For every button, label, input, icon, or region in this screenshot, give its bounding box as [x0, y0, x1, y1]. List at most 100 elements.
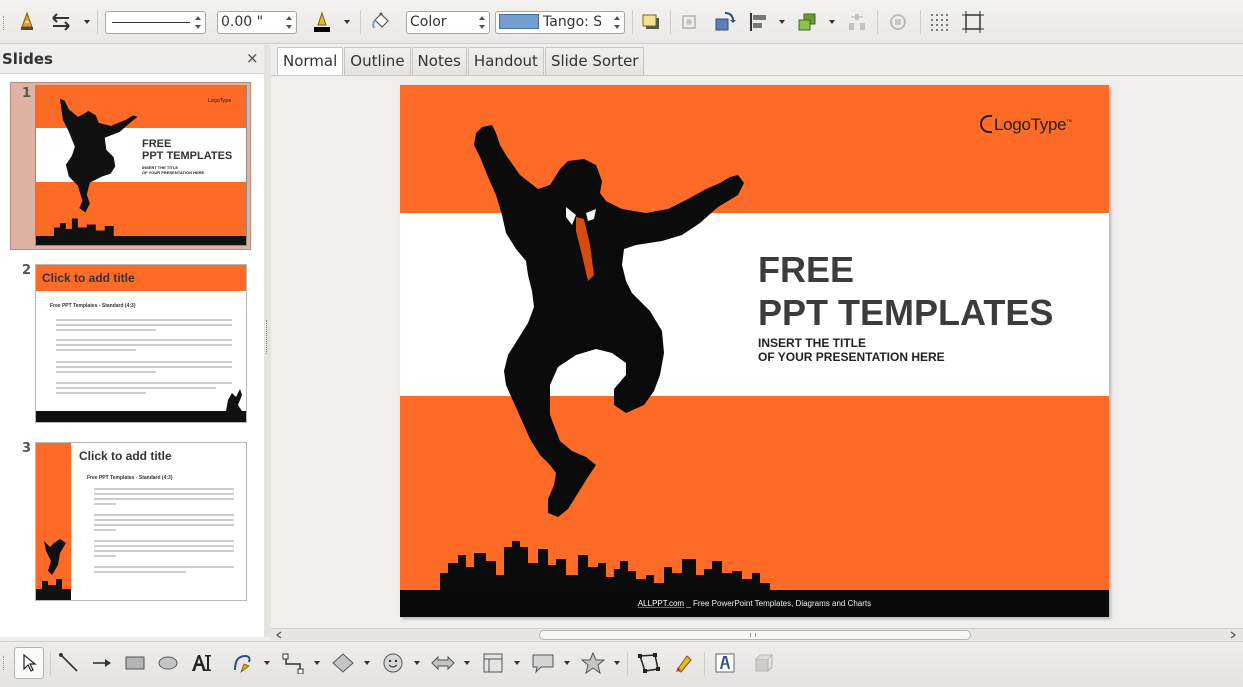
thumb-1-title-line2: PPT TEMPLATES [142, 150, 233, 162]
slide-thumbnail-1[interactable]: LogoType FREE PPT TEMPLATES INSERT THE T… [35, 85, 247, 246]
flowchart-dropdown-icon[interactable] [514, 661, 520, 665]
glue-points-icon [676, 655, 692, 673]
line-button[interactable] [56, 649, 82, 677]
area-style-spin-icon[interactable] [478, 14, 487, 31]
thumb-2-text-lines [36, 319, 246, 422]
text-button[interactable] [188, 649, 216, 677]
tab-outline[interactable]: Outline [344, 47, 411, 75]
area-style-combo[interactable]: Color [406, 11, 490, 34]
horizontal-scrollbar[interactable] [271, 628, 1243, 640]
slide-subtitle[interactable]: INSERT THE TITLE OF YOUR PRESENTATION HE… [758, 336, 945, 364]
arrange-button[interactable] [793, 9, 821, 35]
tab-notes[interactable]: Notes [411, 47, 467, 75]
fontwork-button[interactable] [711, 649, 739, 677]
scroll-right-icon[interactable] [1229, 631, 1237, 639]
extrusion-button[interactable] [750, 649, 778, 677]
arrange-dropdown-icon[interactable] [829, 20, 835, 24]
logo-swirl-icon [980, 115, 992, 133]
arrow-line-button[interactable] [89, 649, 115, 677]
flowchart-button[interactable] [478, 649, 508, 677]
jumping-man-silhouette [400, 125, 1109, 617]
slide-thumbnail-list[interactable]: 1 LogoType FREE PPT TEMPLATES INSERT THE… [0, 73, 264, 637]
block-arrows-dropdown-icon[interactable] [464, 661, 470, 665]
rectangle-button[interactable] [122, 649, 148, 677]
ellipse-icon [158, 656, 178, 670]
tab-normal[interactable]: Normal [277, 47, 344, 76]
align-button[interactable] [744, 9, 772, 35]
fontwork-icon [715, 653, 735, 673]
area-fill-value: Tango: Sky [543, 14, 601, 30]
align-dropdown-icon[interactable] [779, 20, 785, 24]
block-arrows-button[interactable] [428, 649, 458, 677]
toolbar-grip[interactable] [3, 656, 6, 670]
arrow-style-icon [52, 13, 70, 31]
thumb-3-text-lines [94, 488, 234, 573]
scroll-grip [750, 633, 756, 637]
slide-footer-link[interactable]: ALLPPT.com [638, 599, 684, 608]
callouts-dropdown-icon[interactable] [564, 661, 570, 665]
area-button[interactable] [367, 9, 395, 35]
slides-pane-close-icon[interactable]: × [246, 49, 259, 67]
shadow-button[interactable] [638, 9, 664, 35]
arrow-style-button[interactable] [46, 9, 76, 35]
toolbar-separator [920, 10, 921, 34]
pane-splitter[interactable] [264, 45, 271, 637]
connector-dropdown-icon[interactable] [314, 661, 320, 665]
group-button[interactable] [884, 9, 912, 35]
callouts-button[interactable] [528, 649, 558, 677]
slide-title[interactable]: FREE PPT TEMPLATES [758, 248, 1053, 334]
line-style-spin-icon[interactable] [194, 14, 203, 31]
tab-slide-sorter[interactable]: Slide Sorter [544, 47, 645, 75]
curve-button[interactable] [228, 649, 258, 677]
current-slide[interactable]: LogoType™ FREE PPT TEMPLATES INSERT THE … [400, 85, 1109, 617]
rectangle-icon [125, 656, 145, 670]
toolbar-separator [97, 10, 98, 34]
basic-shapes-button[interactable] [328, 649, 358, 677]
arrow-style-dropdown-icon[interactable] [84, 20, 90, 24]
thumb-1-logo: LogoType [208, 98, 232, 104]
slide-thumbnail-2[interactable]: Click to add title Free PPT Templates - … [35, 264, 247, 423]
helplines-icon [962, 11, 984, 33]
area-fill-combo[interactable]: Tango: Sky [495, 11, 625, 34]
tab-handout[interactable]: Handout [467, 47, 544, 75]
slide-thumbnail-3[interactable]: Click to add title Free PPT Templates - … [35, 442, 247, 601]
grid-button[interactable] [926, 9, 952, 35]
glue-points-button[interactable] [670, 649, 698, 677]
line-width-spin-icon[interactable] [285, 14, 294, 31]
basic-shapes-dropdown-icon[interactable] [364, 661, 370, 665]
crop-button[interactable] [676, 9, 702, 35]
ellipse-button[interactable] [155, 649, 181, 677]
connector-button[interactable] [278, 649, 308, 677]
slide-title-line2: PPT TEMPLATES [758, 292, 1054, 333]
slides-pane-heading: Slides [2, 50, 53, 68]
symbol-shapes-dropdown-icon[interactable] [414, 661, 420, 665]
line-color-dropdown-icon[interactable] [344, 20, 350, 24]
points-button[interactable] [635, 649, 663, 677]
stars-dropdown-icon[interactable] [614, 661, 620, 665]
toolbar-separator [704, 652, 705, 676]
grid-icon [931, 14, 948, 31]
area-bucket-icon [372, 12, 389, 29]
toolbar-grip[interactable] [3, 16, 6, 30]
slide-thumbnail-number: 1 [22, 86, 32, 101]
stars-button[interactable] [578, 649, 608, 677]
area-style-value: Color [410, 14, 447, 30]
slide-logo: LogoType™ [980, 115, 1072, 135]
helplines-button[interactable] [959, 9, 987, 35]
line-style-preview [112, 22, 190, 23]
line-width-field[interactable]: 0.00 " [217, 11, 297, 34]
transformations-icon [715, 12, 736, 31]
transformations-button[interactable] [711, 9, 739, 35]
line-color-button[interactable] [308, 9, 336, 35]
symbol-shapes-button[interactable] [378, 649, 408, 677]
slide-title-line1: FREE [758, 249, 855, 290]
distribution-button[interactable] [843, 9, 871, 35]
curve-dropdown-icon[interactable] [264, 661, 270, 665]
select-button[interactable] [14, 647, 44, 679]
line-style-combo[interactable] [105, 11, 206, 34]
area-fill-spin-icon[interactable] [613, 14, 622, 31]
arrow-line-icon [93, 659, 111, 667]
scroll-left-icon[interactable] [275, 631, 283, 639]
line-icon-button[interactable] [14, 9, 40, 35]
horizontal-scrollbar-thumb[interactable] [539, 630, 971, 640]
